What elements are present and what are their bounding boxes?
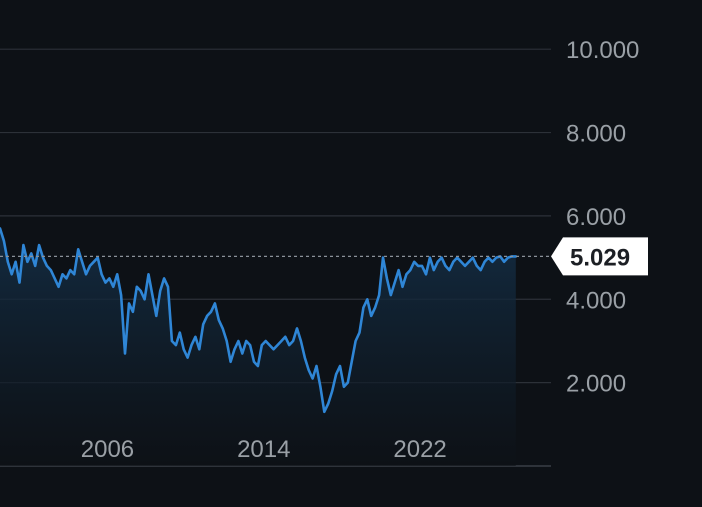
y-tick-label: 2.000	[566, 371, 626, 398]
price-history-chart: 2.000 4.000 6.000 8.000 10.000 2006 2014 2022 …	[0, 0, 702, 507]
area-fill-layer	[0, 228, 516, 466]
y-tick-label: 10.000	[566, 37, 639, 64]
last-value-label: 5.029	[570, 244, 630, 271]
y-tick-label: 4.000	[566, 287, 626, 314]
y-tick-label: 6.000	[566, 204, 626, 231]
x-tick-label: 2022	[393, 436, 446, 463]
x-tick-label: 2006	[81, 436, 134, 463]
series-area-fill	[0, 228, 516, 466]
chart-canvas: 2.0004.0006.0008.00010.000 2006 2014 2022 …	[0, 37, 648, 467]
last-value-badge: 5.029	[551, 237, 648, 276]
x-tick-label: 2014	[237, 436, 290, 463]
y-axis-tick-labels: 2.000 4.000 6.000 8.000 10.000	[566, 37, 639, 397]
y-tick-label: 8.000	[566, 121, 626, 148]
